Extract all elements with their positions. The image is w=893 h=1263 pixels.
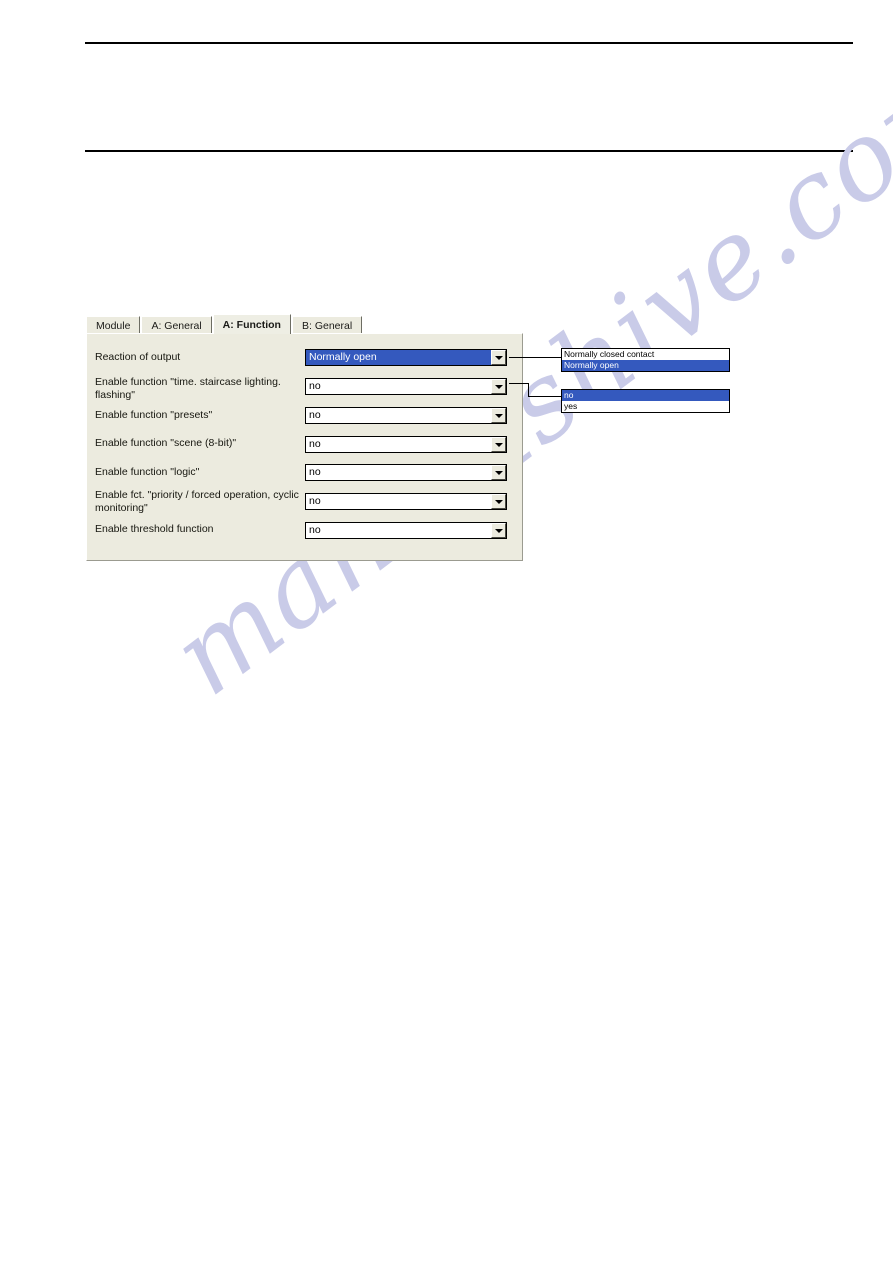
combo-enable-threshold-function[interactable]: no — [305, 522, 507, 539]
tab-label: A: General — [151, 320, 202, 332]
label-enable-threshold-function: Enable threshold function — [95, 523, 214, 535]
header-rule — [85, 42, 853, 44]
chevron-down-icon[interactable] — [491, 408, 506, 423]
tab-panel-a-function: Reaction of output Normally open Enable … — [86, 333, 523, 561]
tab-label: Module — [96, 320, 131, 332]
parameter-dialog: Module A: General A: Function B: General… — [86, 314, 523, 561]
combo-reaction-of-output[interactable]: Normally open — [305, 349, 507, 366]
callout-leader-line-reaction — [509, 357, 561, 358]
callout-leader-line-enable-h2 — [528, 396, 561, 397]
label-enable-time-staircase-flashing: Enable function "time. staircase lightin… — [95, 376, 281, 401]
chevron-down-icon[interactable] — [491, 437, 506, 452]
combo-enable-priority-forced-cyclic[interactable]: no — [305, 493, 507, 510]
dropdown-list-reaction-of-output[interactable]: Normally closed contact Normally open — [561, 348, 730, 372]
chevron-down-icon[interactable] — [491, 379, 506, 394]
chevron-down-icon[interactable] — [491, 494, 506, 509]
chevron-down-icon[interactable] — [491, 523, 506, 538]
tab-strip-filler — [363, 316, 523, 334]
subheader-rule — [85, 150, 853, 152]
label-enable-priority-forced-cyclic: Enable fct. "priority / forced operation… — [95, 489, 299, 514]
tab-module[interactable]: Module — [86, 316, 141, 334]
combo-value: no — [309, 409, 321, 421]
combo-value: Normally open — [306, 350, 491, 365]
dropdown-option[interactable]: Normally closed contact — [562, 349, 729, 360]
label-reaction-of-output: Reaction of output — [95, 351, 181, 363]
combo-enable-logic[interactable]: no — [305, 464, 507, 481]
label-enable-scene-8bit: Enable function "scene (8-bit)" — [95, 437, 237, 449]
dropdown-option-selected[interactable]: no — [562, 390, 729, 401]
combo-value: no — [309, 466, 321, 478]
combo-enable-presets[interactable]: no — [305, 407, 507, 424]
tab-a-function[interactable]: A: Function — [212, 314, 291, 334]
combo-value: no — [309, 524, 321, 536]
chevron-down-icon[interactable] — [491, 350, 506, 365]
chevron-down-icon[interactable] — [491, 465, 506, 480]
dropdown-list-enable-function[interactable]: no yes — [561, 389, 730, 413]
dropdown-option[interactable]: yes — [562, 401, 729, 412]
tab-a-general[interactable]: A: General — [141, 316, 212, 334]
tab-strip: Module A: General A: Function B: General — [86, 314, 523, 334]
callout-leader-line-enable-v — [528, 383, 529, 397]
dropdown-option-selected[interactable]: Normally open — [562, 360, 729, 371]
label-enable-presets: Enable function "presets" — [95, 409, 213, 421]
tab-label: B: General — [301, 320, 353, 332]
combo-value: no — [309, 380, 321, 392]
callout-leader-line-enable-h1 — [509, 383, 529, 384]
tab-label: A: Function — [222, 319, 281, 331]
combo-value: no — [309, 495, 321, 507]
label-enable-logic: Enable function "logic" — [95, 466, 200, 478]
combo-value: no — [309, 438, 321, 450]
combo-enable-scene-8bit[interactable]: no — [305, 436, 507, 453]
tab-b-general[interactable]: B: General — [291, 316, 363, 334]
combo-enable-time-staircase-flashing[interactable]: no — [305, 378, 507, 395]
